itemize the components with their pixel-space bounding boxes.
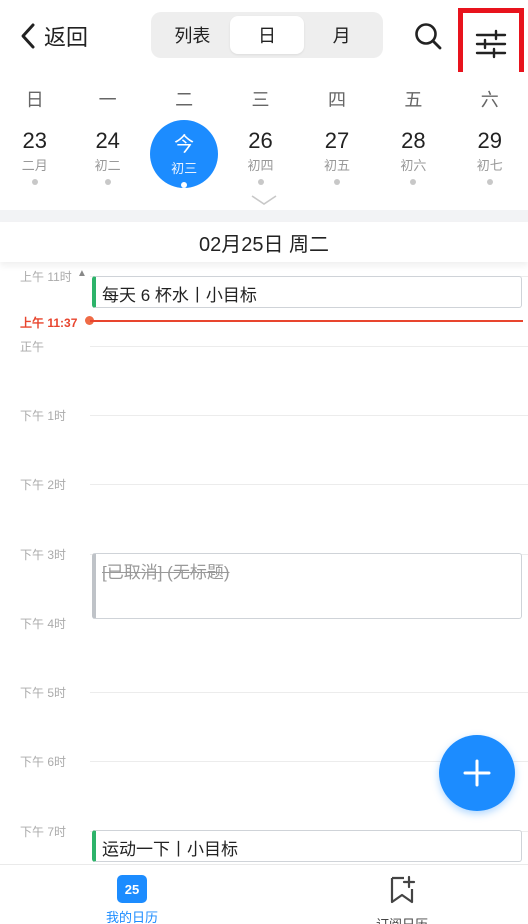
event-card[interactable]: 每天 6 杯水丨小目标: [92, 276, 522, 308]
weekday-label: 日: [25, 90, 44, 110]
tab-subscribe-calendar[interactable]: 订阅日历: [342, 875, 462, 924]
weekday-label: 四: [327, 90, 346, 110]
event-dot: [486, 179, 493, 185]
lunar-date: 初四: [247, 158, 274, 173]
hour-line: [90, 484, 528, 485]
bookmark-add-icon: [390, 875, 416, 904]
chevron-left-icon: [21, 23, 35, 49]
divider: [0, 210, 528, 222]
plus-icon: [463, 759, 491, 787]
event-dot: [257, 179, 264, 185]
add-event-button[interactable]: [439, 735, 515, 811]
lunar-date: 初二: [94, 158, 121, 173]
lunar-date: 二月: [21, 158, 48, 173]
settings-button[interactable]: [458, 8, 524, 80]
search-icon: [415, 23, 442, 50]
date-cell[interactable]: 23 二月: [0, 122, 69, 192]
date-cell[interactable]: 27 初五: [299, 122, 375, 192]
date-number: 24: [95, 128, 120, 153]
lunar-date: 初六: [400, 158, 427, 173]
date-number: 28: [401, 128, 426, 153]
event-card[interactable]: 运动一下丨小目标: [92, 830, 522, 862]
current-time-label: 上午 11:37: [20, 316, 78, 330]
lunar-date: 初七: [476, 158, 503, 173]
hour-label: 上午 11时: [20, 270, 72, 284]
tab-list[interactable]: 列表: [155, 16, 230, 54]
weekday-label: 三: [251, 90, 270, 110]
date-number: 27: [324, 128, 350, 153]
hour-label: 下午 3时: [20, 548, 67, 562]
expand-chevron-icon[interactable]: [250, 194, 278, 206]
scroll-up-caret-icon: ▲: [77, 268, 87, 279]
hour-line: [90, 415, 528, 416]
date-row: 23 二月 24 初二 今 初三 26 初四 27 初五 28 初六 29 初七: [0, 120, 528, 192]
hour-label: 下午 7时: [20, 825, 67, 839]
date-cell-today[interactable]: 今 初三: [146, 120, 222, 192]
date-cell[interactable]: 26 初四: [222, 122, 298, 192]
event-dot: [333, 179, 340, 185]
hour-label: 下午 4时: [20, 617, 67, 631]
weekday-label: 五: [404, 90, 423, 110]
date-cell[interactable]: 29 初七: [452, 122, 528, 192]
sliders-icon: [475, 29, 507, 59]
tab-month[interactable]: 月: [304, 16, 379, 54]
calendar-icon: 25: [117, 875, 147, 903]
lunar-date: 初三: [171, 161, 198, 176]
event-dot: [410, 179, 417, 185]
hour-label: 下午 5时: [20, 686, 67, 700]
hour-label: 正午: [20, 340, 45, 354]
tab-my-calendar[interactable]: 25 我的日历: [72, 875, 192, 924]
event-title: [已取消] (无标题): [102, 563, 230, 582]
hour-line: [90, 692, 528, 693]
lunar-date: 初五: [323, 158, 350, 173]
back-button[interactable]: 返回: [18, 18, 88, 54]
event-dot: [31, 179, 38, 185]
search-button[interactable]: [410, 18, 446, 54]
date-number: 26: [248, 128, 273, 153]
tab-label: 订阅日历: [342, 914, 462, 924]
event-dot: [104, 179, 111, 185]
hour-line: [90, 346, 528, 347]
selected-date-title: 02月25日 周二: [0, 222, 528, 262]
weekday-label: 一: [98, 90, 117, 110]
date-number: 23: [22, 128, 47, 153]
event-title: 每天 6 杯水丨小目标: [102, 286, 257, 305]
date-cell[interactable]: 28 初六: [375, 122, 451, 192]
event-card-cancelled[interactable]: [已取消] (无标题): [92, 553, 522, 619]
date-number: 29: [477, 128, 503, 153]
top-bar: 返回 列表 日 月: [0, 0, 528, 80]
hour-label: 下午 2时: [20, 478, 67, 492]
weekday-label: 二: [175, 90, 194, 110]
date-number: 今: [174, 134, 195, 156]
bottom-nav: 25 我的日历 订阅日历: [0, 864, 528, 924]
tab-day[interactable]: 日: [229, 16, 305, 54]
hour-label: 下午 6时: [20, 755, 67, 769]
week-strip: 日 一 二 三 四 五 六 23 二月 24 初二 今 初三 26 初四 27 …: [0, 72, 528, 212]
tab-label: 我的日历: [105, 910, 158, 924]
weekday-header: 日 一 二 三 四 五 六: [0, 86, 528, 112]
current-time-line: [90, 320, 523, 322]
date-cell[interactable]: 24 初二: [69, 122, 145, 192]
event-title: 运动一下丨小目标: [102, 840, 238, 859]
view-switcher: 列表 日 月: [151, 12, 383, 58]
hour-label: 下午 1时: [20, 409, 67, 423]
weekday-label: 六: [480, 90, 499, 110]
back-label: 返回: [44, 25, 89, 50]
